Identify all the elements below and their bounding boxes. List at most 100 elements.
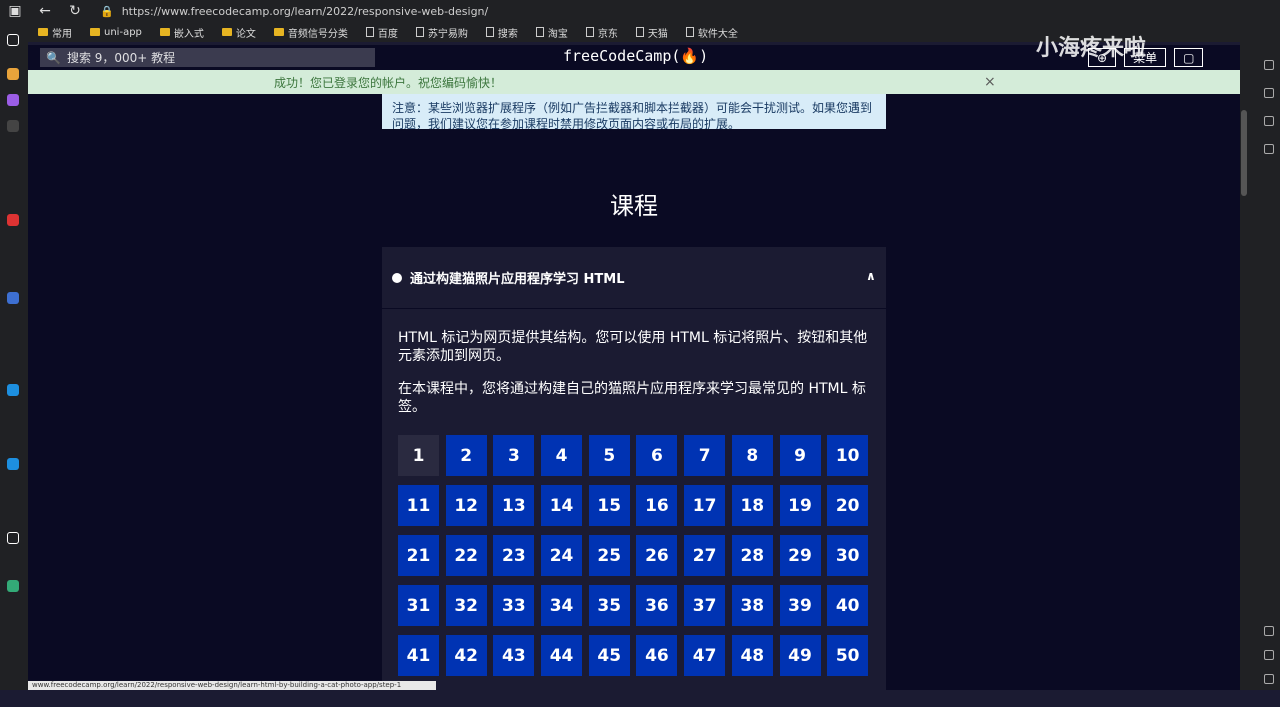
folder-icon <box>273 28 284 36</box>
bookmark-item[interactable]: 软件大全 <box>685 25 738 40</box>
bookmark-item[interactable]: 苏宁易购 <box>415 25 468 40</box>
step-button[interactable]: 21 <box>398 535 439 576</box>
step-button[interactable]: 13 <box>493 485 535 526</box>
bookmark-item[interactable]: uni-app <box>90 27 142 38</box>
step-button[interactable]: 11 <box>398 485 439 526</box>
bookmark-item[interactable]: 搜索 <box>485 25 518 40</box>
step-button[interactable]: 17 <box>684 485 726 526</box>
step-button[interactable]: 34 <box>541 585 583 626</box>
step-button[interactable]: 31 <box>398 585 439 626</box>
step-button[interactable]: 26 <box>636 535 678 576</box>
page-title: 课程 <box>610 192 658 220</box>
step-button[interactable]: 3 <box>493 435 535 476</box>
step-button[interactable]: 50 <box>827 635 869 676</box>
search-input[interactable]: 🔍 搜索 9，000+ 教程 <box>40 48 375 67</box>
reload-icon[interactable]: ↻ <box>60 3 90 19</box>
step-button[interactable]: 41 <box>398 635 439 676</box>
sidebar-app-icon[interactable] <box>7 34 19 46</box>
bookmark-item[interactable]: 嵌入式 <box>159 25 204 40</box>
step-button[interactable]: 18 <box>731 485 773 526</box>
panel-icon[interactable] <box>1264 60 1274 70</box>
step-button[interactable]: 4 <box>541 435 583 476</box>
step-button[interactable]: 10 <box>827 435 869 476</box>
step-button[interactable]: 45 <box>588 635 630 676</box>
close-icon[interactable]: × <box>984 74 996 90</box>
step-button[interactable]: 28 <box>731 535 773 576</box>
sidebar-app-icon[interactable] <box>7 120 19 132</box>
step-button[interactable]: 39 <box>779 585 821 626</box>
bookmark-item[interactable]: 淘宝 <box>535 25 568 40</box>
settings-icon[interactable] <box>1264 674 1274 684</box>
block-header[interactable]: 通过构建猫照片应用程序学习 HTML ∧ <box>382 247 886 309</box>
browser-right-panel <box>1258 22 1280 690</box>
add-icon[interactable] <box>1264 144 1274 154</box>
panel-icon[interactable] <box>1264 116 1274 126</box>
sidebar-app-icon[interactable] <box>7 458 19 470</box>
step-button[interactable]: 24 <box>541 535 583 576</box>
video-watermark: 小海疼来啦 <box>1036 36 1147 61</box>
step-button[interactable]: 38 <box>731 585 773 626</box>
step-button[interactable]: 23 <box>493 535 535 576</box>
chevron-up-icon[interactable]: ∧ <box>866 269 876 283</box>
step-button[interactable]: 5 <box>588 435 630 476</box>
step-button[interactable]: 47 <box>684 635 726 676</box>
step-button[interactable]: 37 <box>684 585 726 626</box>
page-icon <box>485 27 494 37</box>
search-icon: 🔍 <box>46 50 61 65</box>
step-button[interactable]: 15 <box>588 485 630 526</box>
step-button[interactable]: 20 <box>827 485 869 526</box>
step-button[interactable]: 7 <box>684 435 726 476</box>
step-button[interactable]: 19 <box>779 485 821 526</box>
step-button[interactable]: 46 <box>636 635 678 676</box>
step-button[interactable]: 1 <box>398 435 439 476</box>
sidebar-app-icon[interactable] <box>7 580 19 592</box>
tabs-icon[interactable]: ▣ <box>0 3 30 19</box>
step-button[interactable]: 14 <box>541 485 583 526</box>
back-icon[interactable]: ← <box>30 3 60 19</box>
step-button[interactable]: 25 <box>588 535 630 576</box>
sidebar-app-icon[interactable] <box>7 68 19 80</box>
url-text: https://www.freecodecamp.org/learn/2022/… <box>121 4 489 18</box>
bookmark-item[interactable]: 天猫 <box>635 25 668 40</box>
sidebar-app-icon[interactable] <box>7 214 19 226</box>
bookmark-item[interactable]: 音频信号分类 <box>273 25 348 40</box>
step-button[interactable]: 2 <box>445 435 487 476</box>
step-button[interactable]: 8 <box>731 435 773 476</box>
sidebar-app-icon[interactable] <box>7 94 19 106</box>
step-button[interactable]: 35 <box>588 585 630 626</box>
panel-icon[interactable] <box>1264 650 1274 660</box>
bookmark-item[interactable]: 百度 <box>365 25 398 40</box>
scrollbar-thumb[interactable] <box>1241 110 1247 196</box>
step-button[interactable]: 12 <box>445 485 487 526</box>
step-button[interactable]: 44 <box>541 635 583 676</box>
step-button[interactable]: 16 <box>636 485 678 526</box>
panel-icon[interactable] <box>1264 626 1274 636</box>
page-icon <box>535 27 544 37</box>
step-button[interactable]: 42 <box>445 635 487 676</box>
sidebar-app-icon[interactable] <box>7 384 19 396</box>
bookmark-item[interactable]: 京东 <box>585 25 618 40</box>
step-button[interactable]: 43 <box>493 635 535 676</box>
step-button[interactable]: 33 <box>493 585 535 626</box>
step-button[interactable]: 29 <box>779 535 821 576</box>
folder-icon <box>221 28 232 36</box>
sidebar-app-icon[interactable] <box>7 292 19 304</box>
step-button[interactable]: 49 <box>779 635 821 676</box>
step-button[interactable]: 48 <box>731 635 773 676</box>
step-button[interactable]: 22 <box>445 535 487 576</box>
step-button[interactable]: 40 <box>827 585 869 626</box>
step-button[interactable]: 36 <box>636 585 678 626</box>
step-button[interactable]: 9 <box>779 435 821 476</box>
bookmark-item[interactable]: 常用 <box>38 25 72 40</box>
bookmark-item[interactable]: 论文 <box>221 25 256 40</box>
step-button[interactable]: 30 <box>827 535 869 576</box>
avatar[interactable]: ▢ <box>1174 48 1204 67</box>
address-bar[interactable]: 🔒 https://www.freecodecamp.org/learn/202… <box>100 2 780 20</box>
fcc-logo[interactable]: freeCodeCamp(🔥) <box>563 47 708 65</box>
step-button[interactable]: 27 <box>684 535 726 576</box>
step-button[interactable]: 32 <box>445 585 487 626</box>
step-button[interactable]: 6 <box>636 435 678 476</box>
sidebar-app-icon[interactable] <box>7 532 19 544</box>
browser-scroll-track <box>1240 0 1258 690</box>
panel-icon[interactable] <box>1264 88 1274 98</box>
